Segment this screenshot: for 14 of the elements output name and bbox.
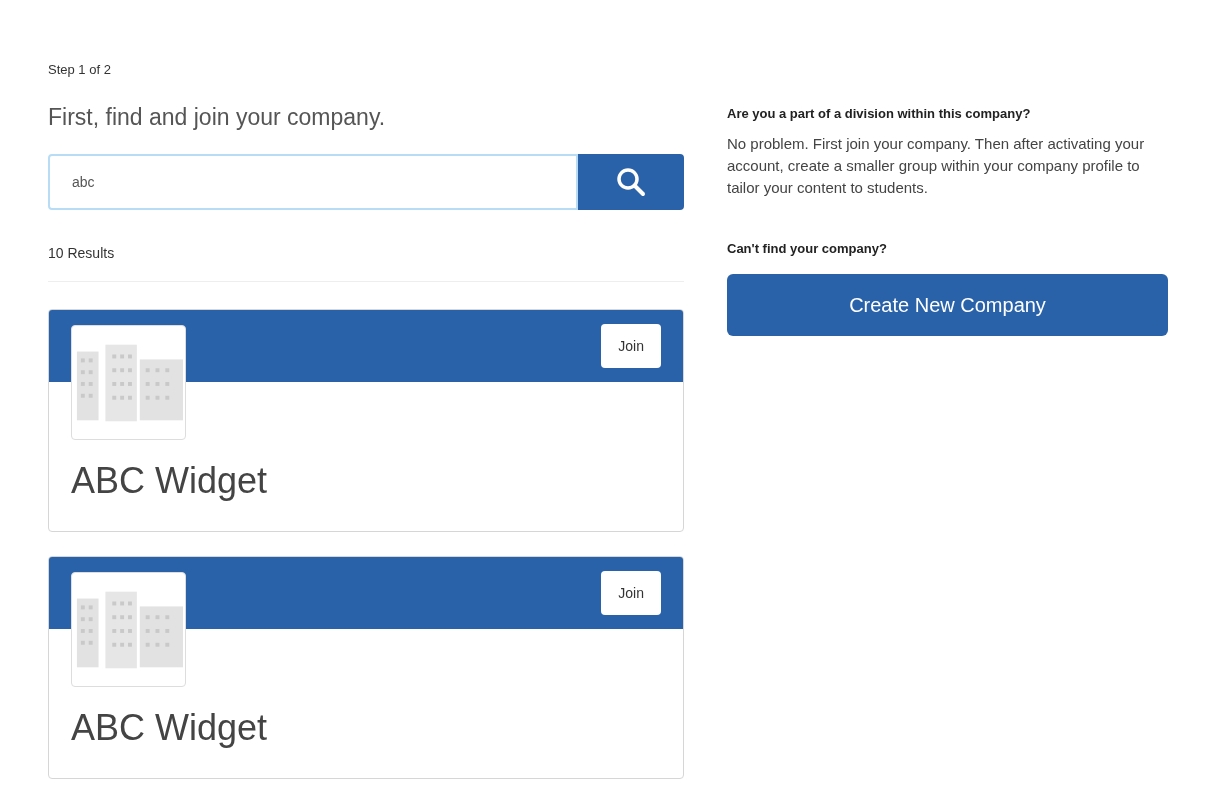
division-text: No problem. First join your company. Then after activating your account, create a smaller group within your company profile to tailor your content to students. [727, 133, 1146, 198]
division-title: Are you a part of a division within this company? [727, 105, 1032, 123]
cant-find-title: Can't find your company? [727, 239, 888, 258]
search-button[interactable] [578, 154, 684, 210]
join-button[interactable]: Join [601, 571, 661, 615]
page-heading: First, find and join your company. [48, 103, 387, 132]
join-button[interactable]: Join [601, 324, 661, 368]
company-name: ABC Widget [71, 459, 268, 503]
company-name: ABC Widget [71, 706, 268, 750]
step-label: Step 1 of 2 [48, 61, 112, 79]
search-field[interactable]: abc [48, 154, 578, 210]
results-count: 10 Results [48, 244, 116, 263]
create-company-button[interactable]: Create New Company [727, 274, 1168, 336]
search-icon [615, 166, 647, 198]
